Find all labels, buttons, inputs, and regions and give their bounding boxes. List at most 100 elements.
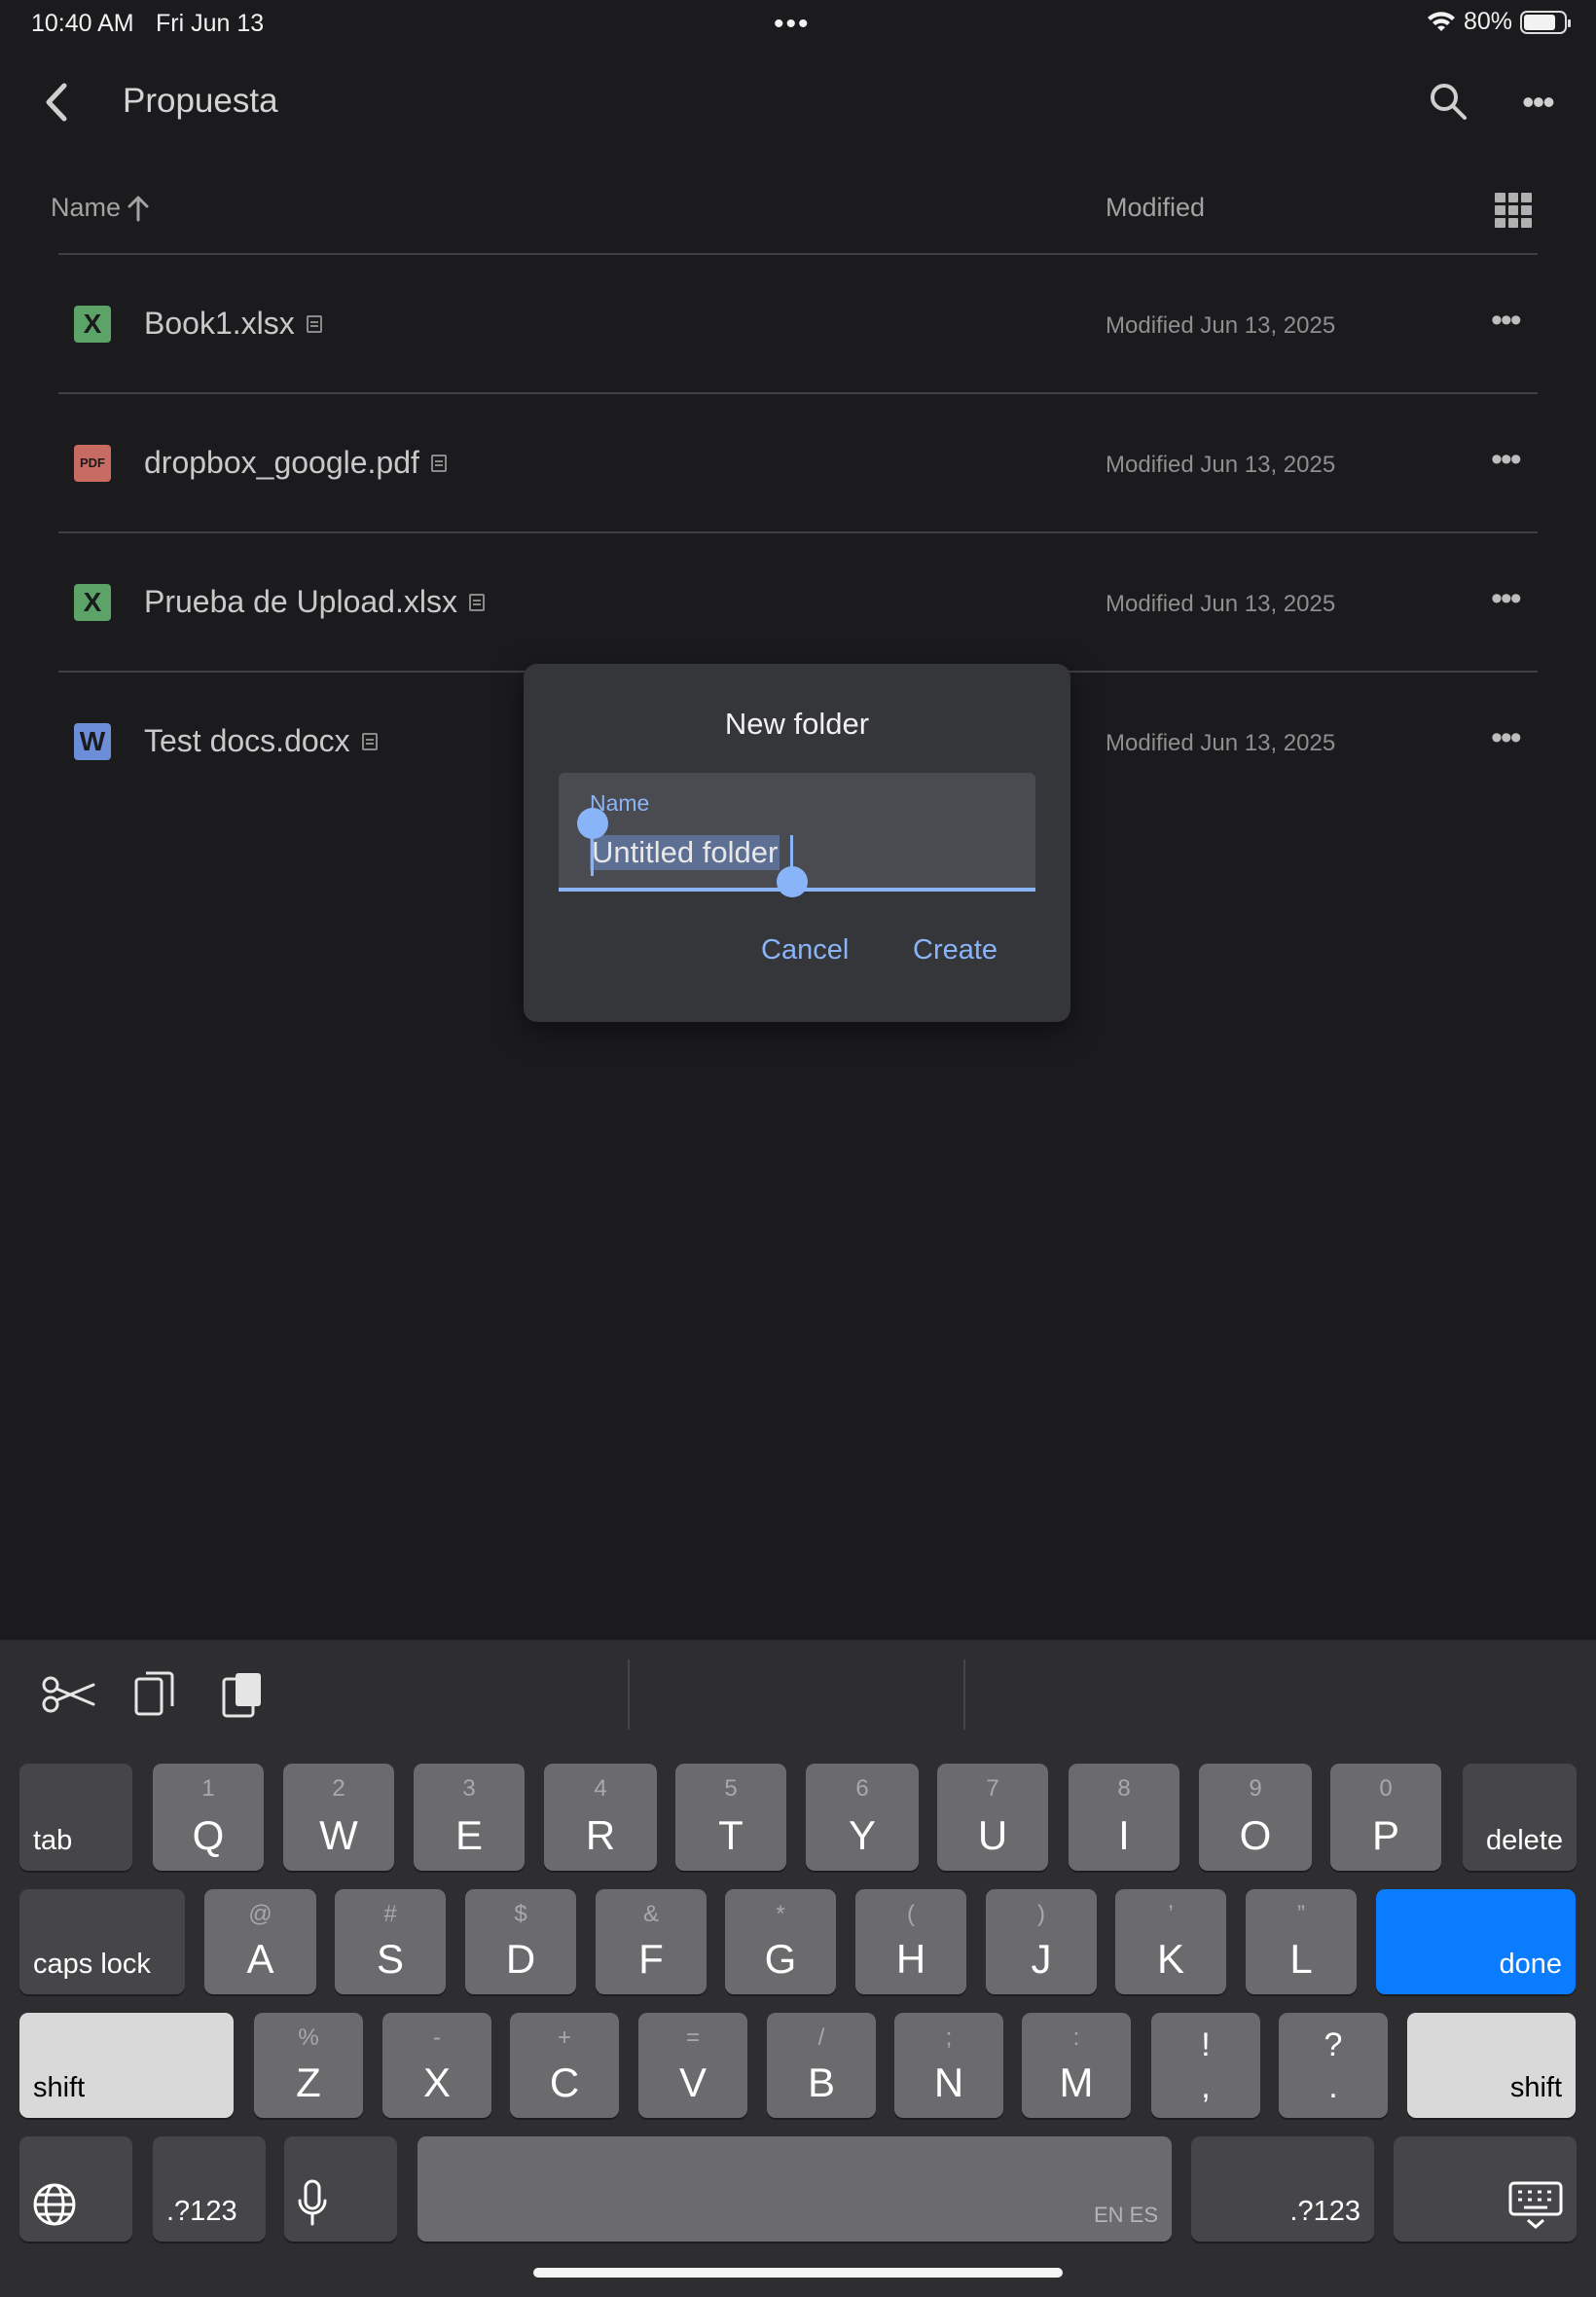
dialog-title: New folder (724, 707, 870, 741)
back-chevron-icon[interactable] (37, 78, 76, 127)
key-t[interactable]: 5T (675, 1764, 786, 1871)
grid-view-icon[interactable] (1495, 193, 1532, 228)
app-screen: 10:40 AM Fri Jun 13 ••• 80% Propuesta ••… (0, 0, 1596, 1640)
key-o[interactable]: 9O (1199, 1764, 1312, 1871)
onscreen-keyboard: tab 1Q 2W 3E 4R 5T 6Y 7U 8I 9O 0P delete… (0, 1640, 1596, 2297)
file-modified-date: Modified Jun 13, 2025 (1106, 312, 1336, 339)
new-folder-dialog: New folder Name Untitled folder Cancel C… (524, 664, 1070, 1022)
key-d[interactable]: $ D (465, 1889, 576, 1994)
battery-icon (1520, 10, 1571, 34)
file-name-text: dropbox_google.pdf (144, 445, 419, 480)
selection-start-bar (591, 831, 594, 876)
file-name: Test docs.docx (144, 723, 378, 759)
microphone-icon (298, 2179, 327, 2226)
key-a[interactable]: @ A (204, 1889, 316, 1994)
file-modified-date: Modified Jun 13, 2025 (1106, 591, 1336, 617)
file-name-text: Prueba de Upload.xlsx (144, 584, 457, 619)
offline-document-icon (306, 314, 322, 333)
status-indicators: 80% (1427, 8, 1571, 36)
folder-name-input[interactable]: Untitled folder (590, 835, 780, 870)
wifi-icon (1427, 11, 1455, 31)
offline-document-icon (468, 593, 485, 611)
shift-key-left[interactable]: shift (19, 2013, 234, 2118)
folder-name-field[interactable]: Name Untitled folder (559, 773, 1035, 897)
home-indicator[interactable] (533, 2268, 1063, 2278)
offline-document-icon (430, 454, 447, 472)
key-l[interactable]: ” L (1246, 1889, 1357, 1994)
hide-keyboard-key[interactable] (1394, 2136, 1577, 2242)
numbers-key-left[interactable]: .?123 (153, 2136, 266, 2242)
numbers-key-right[interactable]: .?123 (1191, 2136, 1374, 2242)
status-bar: 10:40 AM Fri Jun 13 ••• 80% (0, 0, 1596, 47)
toolbar-divider (628, 1659, 630, 1730)
key-n[interactable]: ; N (894, 2013, 1003, 2118)
tab-key[interactable]: tab (19, 1764, 132, 1871)
dictation-key[interactable] (284, 2136, 397, 2242)
key-x[interactable]: -X (382, 2013, 491, 2118)
page-title: Propuesta (123, 82, 278, 120)
cancel-button[interactable]: Cancel (761, 934, 849, 966)
globe-icon (33, 2183, 76, 2226)
status-date: Fri Jun 13 (156, 10, 265, 37)
key-k[interactable]: ’ K (1115, 1889, 1226, 1994)
key-i[interactable]: 8I (1069, 1764, 1179, 1871)
key-f[interactable]: & F (596, 1889, 707, 1994)
file-more-options-icon[interactable]: ••• (1491, 580, 1522, 618)
done-key[interactable]: done (1376, 1889, 1576, 1994)
file-more-options-icon[interactable]: ••• (1491, 302, 1522, 340)
create-button[interactable]: Create (913, 934, 998, 966)
cut-scissors-icon[interactable] (39, 1665, 97, 1724)
offline-document-icon (361, 732, 378, 750)
key-r[interactable]: 4R (544, 1764, 657, 1871)
shift-key-right[interactable]: shift (1407, 2013, 1576, 2118)
delete-key[interactable]: delete (1463, 1764, 1577, 1871)
caps-lock-key[interactable]: caps lock (19, 1889, 185, 1994)
sort-by-name-button[interactable]: Name (51, 193, 150, 223)
key-m[interactable]: :M (1022, 2013, 1131, 2118)
file-row[interactable]: X Prueba de Upload.xlsx Modified Jun 13,… (0, 533, 1596, 672)
search-icon[interactable] (1427, 80, 1469, 123)
column-name-label: Name (51, 193, 122, 222)
sort-ascending-arrow-icon (127, 196, 149, 221)
key-q[interactable]: 1Q (153, 1764, 264, 1871)
key-y[interactable]: 6Y (806, 1764, 919, 1871)
copy-icon[interactable] (127, 1665, 185, 1724)
key-e[interactable]: 3E (414, 1764, 525, 1871)
pdf-icon: PDF (74, 445, 111, 482)
file-name: dropbox_google.pdf (144, 445, 447, 481)
keyboard-shortcut-bar (0, 1640, 1596, 1747)
excel-icon: X (74, 306, 111, 343)
toolbar-divider (963, 1659, 965, 1730)
key-b[interactable]: / B (767, 2013, 876, 2118)
globe-key[interactable] (19, 2136, 132, 2242)
key-s[interactable]: # S (335, 1889, 446, 1994)
column-header: Name Modified (0, 185, 1596, 253)
multitasking-dots-icon[interactable]: ••• (774, 8, 811, 41)
battery-level (1524, 14, 1555, 30)
key-c[interactable]: + C (510, 2013, 619, 2118)
space-bar[interactable]: EN ES (417, 2136, 1172, 2242)
key-comma[interactable]: !, (1151, 2013, 1260, 2118)
file-more-options-icon[interactable]: ••• (1491, 719, 1522, 757)
key-h[interactable]: (H (855, 1889, 966, 1994)
keyboard-dismiss-icon (1508, 2181, 1563, 2229)
file-more-options-icon[interactable]: ••• (1491, 441, 1522, 479)
key-u[interactable]: 7U (937, 1764, 1048, 1871)
paste-icon[interactable] (214, 1665, 272, 1724)
key-j[interactable]: ) J (986, 1889, 1097, 1994)
file-name-text: Test docs.docx (144, 723, 350, 758)
key-g[interactable]: * G (725, 1889, 836, 1994)
more-options-icon[interactable]: ••• (1522, 82, 1563, 122)
key-z[interactable]: % Z (254, 2013, 363, 2118)
battery-percent: 80% (1463, 8, 1512, 35)
key-p[interactable]: 0P (1330, 1764, 1441, 1871)
selection-end-handle[interactable] (777, 866, 808, 897)
file-row[interactable]: X Book1.xlsx Modified Jun 13, 2025 ••• (0, 255, 1596, 393)
key-w[interactable]: 2W (283, 1764, 394, 1871)
file-name: Prueba de Upload.xlsx (144, 584, 485, 620)
file-row[interactable]: PDF dropbox_google.pdf Modified Jun 13, … (0, 394, 1596, 532)
key-v[interactable]: = V (638, 2013, 747, 2118)
key-period[interactable]: ?. (1279, 2013, 1388, 2118)
column-modified-label[interactable]: Modified (1106, 193, 1205, 223)
status-time: 10:40 AM (31, 10, 134, 37)
